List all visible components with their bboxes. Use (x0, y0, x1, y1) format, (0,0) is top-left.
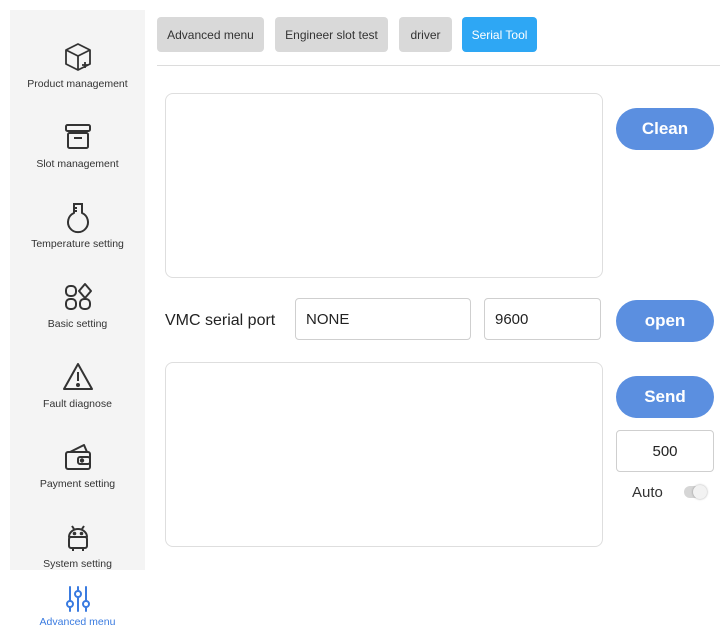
sidebar: Product management Slot management Tempe… (10, 10, 145, 570)
sidebar-item-product-management[interactable]: Product management (10, 10, 145, 90)
sidebar-item-label: Product management (27, 78, 128, 90)
archive-icon (61, 120, 95, 154)
sidebar-item-temperature-setting[interactable]: Temperature setting (10, 170, 145, 250)
sidebar-item-advanced-menu[interactable]: Advanced menu (10, 586, 145, 629)
tab-engineer-slot-test[interactable]: Engineer slot test (275, 17, 388, 52)
send-textarea[interactable] (165, 362, 603, 547)
tab-advanced-menu[interactable]: Advanced menu (157, 17, 264, 52)
auto-toggle[interactable] (684, 485, 707, 499)
baud-rate-select[interactable]: 9600 (484, 298, 601, 340)
toggle-knob (693, 485, 707, 499)
apps-icon (61, 280, 95, 314)
serial-port-select[interactable]: NONE (295, 298, 471, 340)
sidebar-item-label: Slot management (36, 158, 119, 170)
send-interval-input[interactable]: 500 (616, 430, 714, 472)
tab-driver[interactable]: driver (399, 17, 452, 52)
sidebar-item-fault-diagnose[interactable]: Fault diagnose (10, 330, 145, 410)
tab-serial-tool[interactable]: Serial Tool (462, 17, 537, 52)
serial-port-label: VMC serial port (165, 312, 276, 329)
sidebar-item-slot-management[interactable]: Slot management (10, 90, 145, 170)
box-add-icon (61, 40, 95, 74)
warning-icon (61, 360, 95, 394)
flask-icon (61, 200, 95, 234)
auto-label: Auto (632, 484, 663, 501)
sidebar-item-basic-setting[interactable]: Basic setting (10, 250, 145, 330)
sidebar-item-label: Fault diagnose (43, 398, 112, 410)
receive-textarea[interactable] (165, 93, 603, 278)
sidebar-item-label: System setting (43, 558, 112, 570)
android-icon (61, 520, 95, 554)
tab-divider (157, 65, 720, 66)
sidebar-item-system-setting[interactable]: System setting (10, 490, 145, 570)
sidebar-item-label: Payment setting (39, 478, 116, 490)
sidebar-item-label: Basic setting (47, 318, 108, 330)
sliders-icon (63, 584, 93, 614)
wallet-icon (61, 440, 95, 474)
sidebar-item-payment-setting[interactable]: Payment setting (10, 410, 145, 490)
open-button[interactable]: open (616, 300, 714, 342)
sidebar-item-label: Temperature setting (31, 238, 124, 250)
send-button[interactable]: Send (616, 376, 714, 418)
sidebar-item-label: Advanced menu (39, 616, 116, 628)
clean-button[interactable]: Clean (616, 108, 714, 150)
